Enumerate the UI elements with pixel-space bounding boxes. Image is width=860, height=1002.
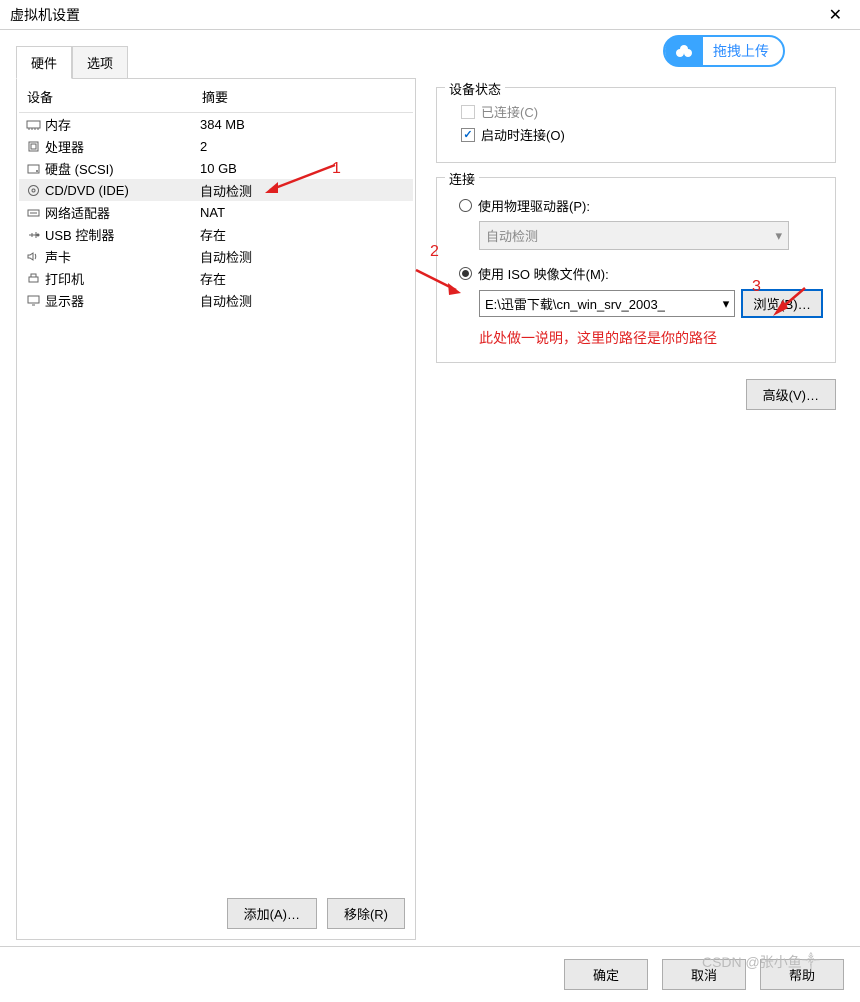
row-display[interactable]: 显示器 自动检测 (19, 289, 413, 311)
connected-checkbox (461, 105, 475, 119)
row-label: 内存 (43, 115, 198, 134)
advanced-button[interactable]: 高级(V)… (746, 379, 836, 410)
ok-button[interactable]: 确定 (564, 959, 648, 990)
connect-on-start-label: 启动时连接(O) (481, 125, 565, 144)
cloud-icon (665, 35, 703, 67)
iso-radio[interactable] (459, 267, 472, 280)
window-title: 虚拟机设置 (10, 5, 821, 25)
iso-path-select[interactable]: E:\迅雷下载\cn_win_srv_2003_ ▾ (479, 290, 735, 317)
header-device: 设备 (19, 81, 194, 112)
physical-drive-label: 使用物理驱动器(P): (478, 196, 590, 215)
row-summary: 10 GB (198, 161, 409, 176)
row-summary: 384 MB (198, 117, 409, 132)
row-summary: 自动检测 (198, 291, 409, 310)
physical-drive-radio[interactable] (459, 199, 472, 212)
row-label: 硬盘 (SCSI) (43, 159, 198, 178)
list-header: 设备 摘要 (19, 81, 413, 113)
connected-label: 已连接(C) (481, 102, 538, 121)
row-label: 处理器 (43, 137, 198, 156)
display-icon (23, 294, 43, 307)
physical-drive-value: 自动检测 (486, 226, 538, 245)
close-icon[interactable]: ✕ (821, 1, 850, 29)
printer-icon (23, 272, 43, 285)
usb-icon (23, 228, 43, 241)
row-label: 显示器 (43, 291, 198, 310)
row-printer[interactable]: 打印机 存在 (19, 267, 413, 289)
sound-icon (23, 250, 43, 263)
tab-hardware[interactable]: 硬件 (16, 46, 72, 79)
row-network[interactable]: 网络适配器 NAT (19, 201, 413, 223)
remove-button[interactable]: 移除(R) (327, 898, 405, 929)
cancel-button[interactable]: 取消 (662, 959, 746, 990)
browse-button[interactable]: 浏览(B)… (741, 289, 823, 318)
row-summary: 存在 (198, 225, 409, 244)
connection-legend: 连接 (445, 169, 479, 188)
cpu-icon (23, 140, 43, 153)
row-summary: 自动检测 (198, 181, 409, 200)
upload-label: 拖拽上传 (713, 41, 769, 61)
row-summary: 存在 (198, 269, 409, 288)
iso-path-value: E:\迅雷下载\cn_win_srv_2003_ (485, 294, 665, 313)
drag-upload-button[interactable]: 拖拽上传 (663, 35, 785, 67)
status-legend: 设备状态 (445, 79, 505, 98)
row-label: USB 控制器 (43, 225, 198, 244)
iso-label: 使用 ISO 映像文件(M): (478, 264, 609, 283)
row-disk[interactable]: 硬盘 (SCSI) 10 GB (19, 157, 413, 179)
row-label: 打印机 (43, 269, 198, 288)
chevron-down-icon: ▾ (775, 228, 782, 244)
physical-drive-select: 自动检测 ▾ (479, 221, 789, 250)
add-button[interactable]: 添加(A)… (227, 898, 317, 929)
row-summary: 2 (198, 139, 409, 154)
header-summary: 摘要 (194, 81, 413, 112)
tab-options[interactable]: 选项 (72, 46, 128, 79)
row-label: 声卡 (43, 247, 198, 266)
row-processor[interactable]: 处理器 2 (19, 135, 413, 157)
row-label: CD/DVD (IDE) (43, 183, 198, 198)
connect-on-start-checkbox[interactable] (461, 128, 475, 142)
row-summary: NAT (198, 205, 409, 220)
disk-icon (23, 162, 43, 175)
network-icon (23, 206, 43, 219)
chevron-down-icon: ▾ (723, 296, 730, 312)
row-usb[interactable]: USB 控制器 存在 (19, 223, 413, 245)
help-button[interactable]: 帮助 (760, 959, 844, 990)
row-cddvd[interactable]: CD/DVD (IDE) 自动检测 (19, 179, 413, 201)
memory-icon (23, 118, 43, 131)
row-memory[interactable]: 内存 384 MB (19, 113, 413, 135)
row-label: 网络适配器 (43, 203, 198, 222)
annotation-text: 此处做一说明，这里的路径是你的路径 (479, 328, 823, 348)
cd-icon (23, 184, 43, 197)
row-summary: 自动检测 (198, 247, 409, 266)
row-sound[interactable]: 声卡 自动检测 (19, 245, 413, 267)
